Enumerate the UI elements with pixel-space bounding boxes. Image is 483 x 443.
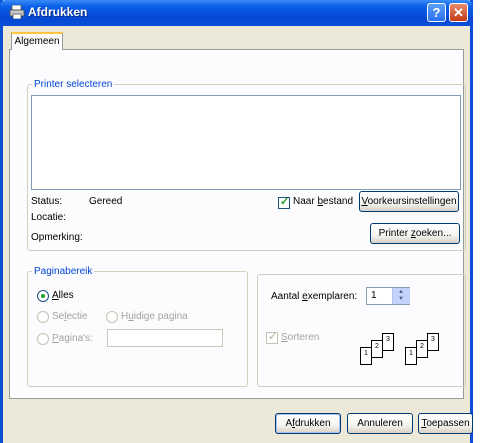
comment-label: Opmerking: <box>31 232 83 243</box>
all-pages-label[interactable]: Alles <box>52 290 74 301</box>
collate-icon: 1 2 3 <box>360 333 396 373</box>
pages-radio[interactable] <box>37 333 49 345</box>
collate-label: Sorteren <box>281 332 320 343</box>
selection-radio[interactable] <box>37 311 49 323</box>
printer-list[interactable] <box>31 95 461 190</box>
status-label: Status: <box>31 196 63 207</box>
find-printer-button[interactable]: Printer zoeken... <box>370 223 460 244</box>
collate-checkbox[interactable]: ✓ <box>266 331 278 344</box>
printer-icon <box>9 5 25 19</box>
spin-down-icon[interactable]: ▼ <box>398 296 404 302</box>
page-range-legend: Paginabereik <box>34 266 93 277</box>
help-button[interactable]: ? <box>427 3 446 22</box>
window-title: Afdrukken <box>28 5 88 19</box>
all-pages-radio[interactable] <box>37 290 49 302</box>
copies-label: Aantal exemplaren: <box>271 291 358 302</box>
pages-input[interactable] <box>107 329 223 347</box>
cancel-button[interactable]: Annuleren <box>347 413 413 434</box>
radio-selected-dot <box>41 294 45 298</box>
copies-spinner[interactable]: ▲ ▼ <box>392 288 410 304</box>
print-dialog: Afdrukken ? ✕ Algemeen Printer selectere… <box>0 0 473 443</box>
current-page-label: Huidige pagina <box>121 311 188 322</box>
print-button[interactable]: Afdrukken <box>275 413 341 434</box>
apply-button[interactable]: Toepassen <box>418 413 473 434</box>
preferences-button[interactable]: Voorkeursinstellingen <box>359 191 459 212</box>
collate-page-3: 3 <box>427 333 439 351</box>
spin-up-icon[interactable]: ▲ <box>398 289 404 295</box>
selection-label: Selectie <box>52 311 88 322</box>
checkmark-icon: ✓ <box>268 331 278 343</box>
current-page-radio[interactable] <box>106 311 118 323</box>
print-to-file-label[interactable]: Naar bestand <box>293 196 353 207</box>
page-range-group: Paginabereik <box>27 266 248 387</box>
checkmark-icon: ✓ <box>280 196 290 208</box>
print-to-file-checkbox[interactable]: ✓ <box>278 196 290 209</box>
title-bar[interactable]: Afdrukken ? ✕ <box>0 0 473 26</box>
collate-icon: 1 2 3 <box>405 333 441 373</box>
location-label: Locatie: <box>31 212 67 223</box>
close-button[interactable]: ✕ <box>449 3 468 22</box>
collate-page-3: 3 <box>382 333 394 351</box>
status-value: Gereed <box>89 196 123 207</box>
printer-select-legend: Printer selecteren <box>34 79 113 90</box>
tab-general[interactable]: Algemeen <box>11 32 63 50</box>
pages-label: Pagina's: <box>52 333 93 344</box>
